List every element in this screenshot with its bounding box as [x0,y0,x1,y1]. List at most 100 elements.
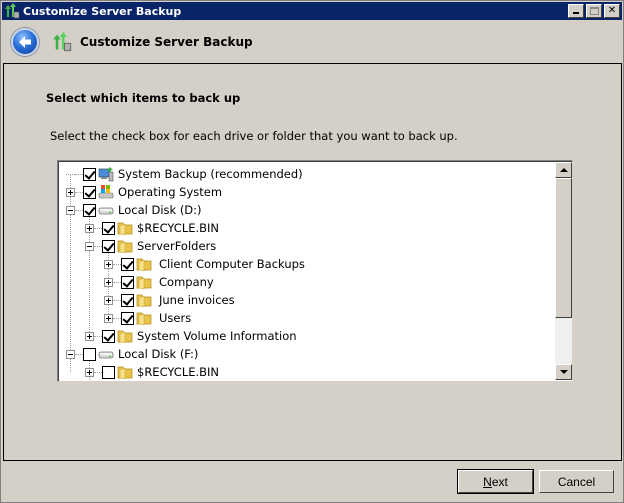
tree-item-label: System Volume Information [137,329,297,343]
minimize-icon [573,12,579,14]
tree-connector [75,173,83,175]
title-bar[interactable]: Customize Server Backup ✕ [2,2,622,20]
drive-icon [98,346,114,362]
arrow-up-icon [559,168,568,172]
folder-icon [117,238,133,254]
expand-icon[interactable] [104,313,113,323]
tree-item-label: Users [159,311,192,325]
item-checkbox[interactable] [102,329,115,343]
expand-icon[interactable] [104,259,113,269]
scroll-thumb[interactable] [555,178,572,318]
folder-icon [117,364,133,380]
expand-icon[interactable] [85,223,94,233]
back-arrow-icon [19,36,31,48]
server-backup-icon [5,3,20,19]
tree-item-label: Company [159,275,214,289]
expand-icon[interactable] [85,331,94,341]
tree-connector [75,209,83,211]
item-checkbox[interactable] [102,365,115,379]
item-checkbox[interactable] [102,221,115,235]
tree-item[interactable]: Local Disk (F:) [66,345,198,363]
tree-connector [75,353,83,355]
item-checkbox[interactable] [83,203,96,217]
scroll-down-button[interactable] [555,364,572,380]
tree-item[interactable]: System Volume Information [85,327,297,345]
tree-item-label: Client Computer Backups [159,257,305,271]
wizard-header: Customize Server Backup [2,21,622,63]
minimize-button[interactable] [568,4,584,18]
instruction-text: Select the check box for each drive or f… [50,129,458,143]
collapse-icon[interactable] [85,241,94,251]
next-button[interactable]: Next [457,469,534,494]
section-title: Select which items to back up [46,91,241,105]
expand-icon[interactable] [66,187,75,197]
tree-connector [94,335,102,337]
dialog-window: Customize Server Backup ✕ Customize Serv… [0,0,624,503]
tree-item-label: $RECYCLE.BIN [137,365,220,379]
item-checkbox[interactable] [121,275,134,289]
system-backup-icon [98,166,114,182]
expand-icon[interactable] [104,295,113,305]
tree-connector [113,317,121,319]
tree-line-stub [66,173,75,175]
item-checkbox[interactable] [121,311,134,325]
server-backup-icon [53,32,72,52]
maximize-icon [590,7,599,15]
back-button[interactable] [11,28,39,56]
tree-body: System Backup (recommended) Operating Sys… [59,162,555,380]
tree-item[interactable]: Company [104,273,214,291]
tree-item-label: Local Disk (D:) [118,203,202,217]
tree-connector [94,371,102,373]
item-checkbox[interactable] [83,167,96,181]
item-checkbox[interactable] [102,239,115,253]
operating-system-icon [98,184,114,200]
maximize-button[interactable] [586,4,602,18]
folder-icon [117,220,133,236]
expand-icon[interactable] [85,367,94,377]
next-accel: N [483,474,492,489]
wizard-title: Customize Server Backup [80,35,253,49]
content-panel: Select which items to back up Select the… [3,63,622,461]
window-title: Customize Server Backup [23,4,182,18]
tree-item-label: ServerFolders [137,239,217,253]
cancel-button[interactable]: Cancel [539,470,614,493]
tree-connector [113,299,121,301]
collapse-icon[interactable] [66,349,75,359]
tree-item-label: Operating System [118,185,223,199]
scroll-up-button[interactable] [555,162,572,178]
tree-connector [94,245,102,247]
tree-connector [75,191,83,193]
folder-icon [136,292,152,308]
tree-item[interactable]: Users [104,309,191,327]
folder-icon [136,274,152,290]
tree-item[interactable]: ServerFolders [85,237,216,255]
collapse-icon[interactable] [66,205,75,215]
vertical-scrollbar[interactable] [555,162,572,380]
next-label-rest: ext [491,474,508,489]
tree-connector [113,263,121,265]
folder-icon [136,310,152,326]
close-button[interactable]: ✕ [604,4,620,18]
tree-connector [113,281,121,283]
tree-item-label: Local Disk (F:) [118,347,199,361]
tree-item[interactable]: Client Computer Backups [104,255,305,273]
backup-items-tree[interactable]: System Backup (recommended) Operating Sys… [57,160,573,382]
item-checkbox[interactable] [83,347,96,361]
tree-item[interactable]: System Backup (recommended) [66,165,303,183]
item-checkbox[interactable] [121,257,134,271]
item-checkbox[interactable] [83,185,96,199]
tree-item[interactable]: June invoices [104,291,235,309]
item-checkbox[interactable] [121,293,134,307]
tree-item[interactable]: $RECYCLE.BIN [85,219,219,237]
expand-icon[interactable] [104,277,113,287]
tree-item-label: System Backup (recommended) [118,167,303,181]
folder-icon [117,328,133,344]
tree-connector [94,227,102,229]
arrow-down-icon [559,370,568,374]
tree-item[interactable]: $RECYCLE.BIN [85,363,219,380]
tree-item[interactable]: Operating System [66,183,222,201]
tree-item-label: June invoices [159,293,235,307]
tree-item[interactable]: Local Disk (D:) [66,201,202,219]
drive-icon [98,202,114,218]
tree-item-label: $RECYCLE.BIN [137,221,220,235]
